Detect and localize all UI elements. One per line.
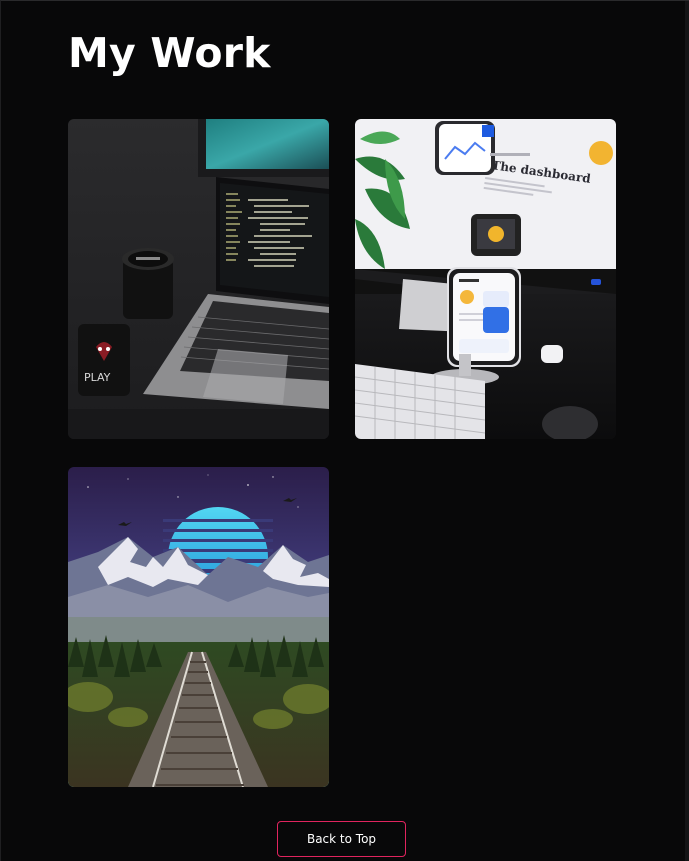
section-title: My Work <box>68 29 271 77</box>
phone-case-text: PLAY <box>84 371 111 384</box>
portfolio-page: My Work PLAY The dashboard Back to Top <box>0 0 689 861</box>
gallery-item-railway[interactable] <box>68 467 329 787</box>
scrollbar-track[interactable] <box>685 1 689 861</box>
mountain-railway-image <box>68 467 329 787</box>
laptop-code-image: PLAY <box>68 119 329 439</box>
gallery-item-dashboard[interactable]: The dashboard <box>355 119 616 439</box>
gallery-item-laptop[interactable]: PLAY <box>68 119 329 439</box>
dashboard-mockup-image: The dashboard <box>355 119 616 439</box>
back-to-top-button[interactable]: Back to Top <box>277 821 406 857</box>
